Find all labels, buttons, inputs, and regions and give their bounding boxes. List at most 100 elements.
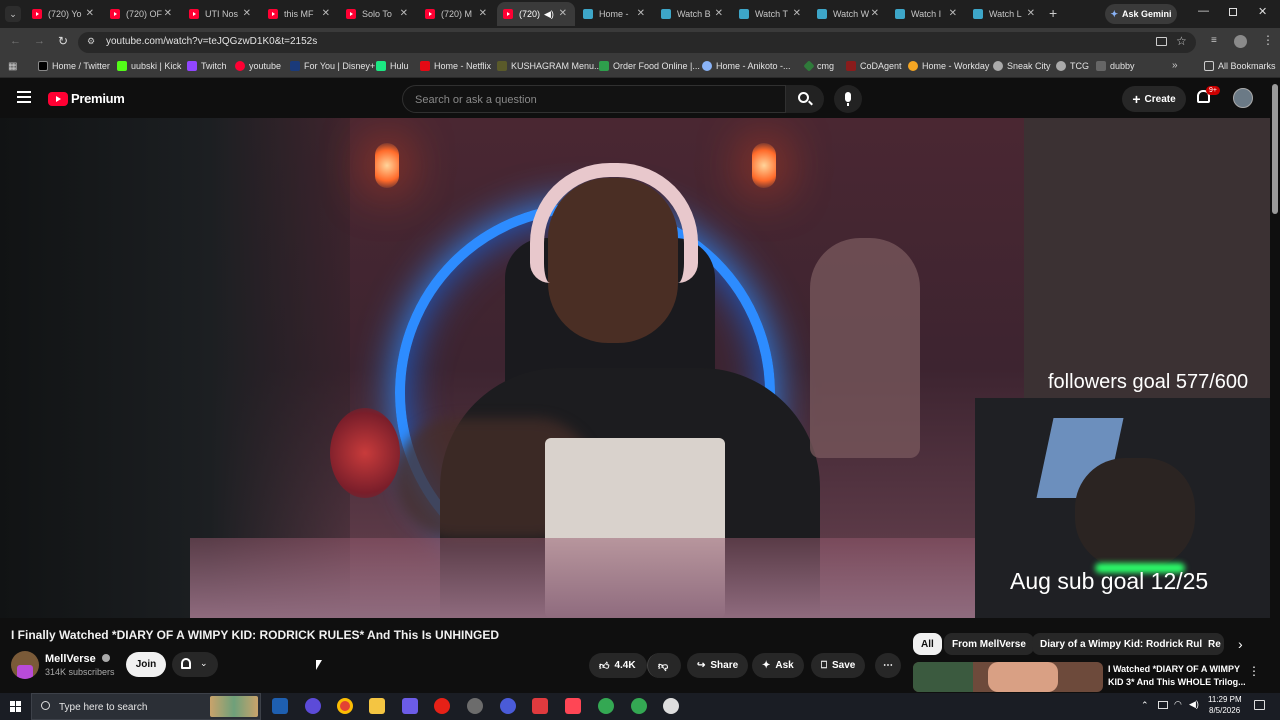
media-player-icon[interactable] (434, 698, 450, 714)
bookmark-item[interactable]: For You | Disney+ (290, 61, 375, 71)
bookmark-item[interactable]: cmg (803, 60, 834, 72)
back-icon[interactable]: ← (10, 35, 21, 47)
reload-icon[interactable]: ↻ (58, 34, 68, 48)
close-icon[interactable]: ✕ (949, 8, 957, 19)
search-box[interactable]: Search or ask a question (402, 85, 786, 113)
recommended-thumbnail[interactable] (913, 662, 1103, 692)
browser-tab[interactable]: (720) M ✕ (419, 2, 495, 26)
windows-start-icon[interactable] (10, 701, 21, 712)
cast-icon[interactable] (1156, 37, 1167, 46)
create-button[interactable]: + Create (1122, 86, 1186, 112)
bookmark-item[interactable]: KUSHAGRAM Menu... (497, 61, 602, 71)
browser-tab[interactable]: UTI Nos ✕ (183, 2, 259, 26)
browser-tab[interactable]: (720) Yo ✕ (26, 2, 102, 26)
close-icon[interactable]: ✕ (322, 8, 330, 19)
restore-icon[interactable] (1229, 8, 1237, 16)
bookmark-item[interactable]: Hulu (376, 61, 409, 71)
close-icon[interactable]: ✕ (86, 8, 94, 19)
channel-avatar[interactable] (11, 651, 39, 679)
chip-from-channel[interactable]: From MellVerse (944, 633, 1034, 655)
address-bar[interactable]: ⚙ youtube.com/watch?v=teJQGzwD1K0&t=2152… (78, 32, 1196, 53)
app-icon[interactable] (305, 698, 321, 714)
valorant-icon[interactable] (565, 698, 581, 714)
bookmark-item[interactable]: Order Food Online |... (599, 61, 700, 71)
minimize-icon[interactable]: — (1198, 5, 1209, 17)
notification-center-icon[interactable] (1254, 700, 1265, 710)
browser-menu-icon[interactable]: ⋮ (1262, 33, 1274, 47)
bookmark-item[interactable]: Home - Anikoto -... (702, 61, 791, 71)
video-player[interactable] (0, 118, 1270, 618)
account-avatar[interactable] (1233, 88, 1253, 108)
bookmark-star-icon[interactable]: ☆ (1176, 34, 1187, 48)
apps-grid-icon[interactable]: ▦ (8, 61, 17, 72)
close-icon[interactable]: ✕ (871, 8, 879, 19)
chevron-right-icon[interactable]: › (1238, 636, 1243, 652)
close-icon[interactable]: ✕ (400, 8, 408, 19)
volume-icon[interactable]: ◀) (1189, 699, 1199, 710)
more-bookmarks-icon[interactable]: » (1172, 60, 1178, 71)
taskbar-clock-date[interactable]: 8/5/2026 (1209, 706, 1240, 715)
bookmark-item[interactable]: CoDAgent (846, 61, 902, 71)
browser-tab[interactable]: Home - ✕ (577, 2, 653, 26)
hamburger-menu-icon[interactable] (17, 91, 31, 103)
browser-tab[interactable]: Solo To ✕ (340, 2, 416, 26)
forward-icon[interactable]: → (34, 35, 45, 47)
tab-search-button[interactable]: ⌄ (5, 6, 21, 22)
speaker-icon[interactable]: ◀) (544, 9, 554, 20)
share-button[interactable]: ↪ Share (687, 653, 749, 678)
notifications-button[interactable]: 9+ (1197, 86, 1220, 103)
site-info-icon[interactable]: ⚙ (87, 36, 95, 47)
ask-gemini-button[interactable]: ✦ Ask Gemini (1105, 4, 1177, 24)
tray-chevron-icon[interactable]: ⌃ (1141, 700, 1149, 711)
network-icon[interactable] (1158, 701, 1168, 709)
ask-button[interactable]: ✦ Ask (752, 653, 804, 678)
browser-tab[interactable]: this MF ✕ (262, 2, 338, 26)
bookmark-item[interactable]: Home - Workday (908, 61, 989, 71)
app-icon[interactable] (532, 698, 548, 714)
close-icon[interactable]: ✕ (164, 8, 172, 19)
profile-avatar[interactable] (1234, 35, 1247, 48)
file-explorer-icon[interactable] (369, 698, 385, 714)
close-icon[interactable]: ✕ (637, 8, 645, 19)
clock-app-icon[interactable] (663, 698, 679, 714)
chrome-profile-icon[interactable] (598, 698, 614, 714)
bookmark-item[interactable]: Home - Netflix (420, 61, 491, 71)
chip-related-title[interactable]: Diary of a Wimpy Kid: Rodrick Rules (1032, 633, 1222, 655)
browser-tab[interactable]: Watch B ✕ (655, 2, 731, 26)
save-button[interactable]: ⎕ Save (811, 653, 866, 678)
taskbar-search-box[interactable]: Type here to search (31, 693, 261, 720)
close-icon[interactable]: ✕ (243, 8, 251, 19)
bookmark-item[interactable]: youtube (235, 61, 281, 71)
close-icon[interactable]: ✕ (1027, 8, 1035, 19)
bookmark-item[interactable]: dubby (1096, 61, 1135, 71)
browser-tab[interactable]: (720) OF ✕ (104, 2, 180, 26)
join-button[interactable]: Join (126, 652, 166, 677)
search-button[interactable] (786, 85, 824, 113)
browser-tab-active[interactable]: (720) ◀) ✕ (497, 2, 575, 26)
subscription-bell-button[interactable]: ⌄ (172, 652, 218, 677)
wifi-icon[interactable]: ◠ (1174, 699, 1182, 710)
bookmark-item[interactable]: Home / Twitter (38, 61, 110, 71)
chrome-profile-icon[interactable] (631, 698, 647, 714)
chrome-icon[interactable] (337, 698, 353, 714)
chip-all[interactable]: All (913, 633, 942, 655)
voice-search-button[interactable] (834, 85, 862, 113)
browser-tab[interactable]: Watch W ✕ (811, 2, 887, 26)
browser-tab[interactable]: Watch L ✕ (967, 2, 1043, 26)
bookmark-item[interactable]: Twitch (187, 61, 227, 71)
youtube-premium-logo[interactable]: Premium (48, 91, 125, 106)
more-actions-button[interactable]: ⋯ (875, 653, 901, 678)
recommended-menu-icon[interactable]: ⋮ (1248, 664, 1260, 678)
reading-list-icon[interactable]: ≡ (1211, 35, 1217, 46)
all-bookmarks-button[interactable]: All Bookmarks (1204, 61, 1276, 71)
recommended-video-title[interactable]: I Watched *DIARY OF A WIMPY KID 3* And T… (1108, 663, 1246, 689)
close-icon[interactable]: ✕ (559, 8, 567, 19)
close-icon[interactable]: ✕ (793, 8, 801, 19)
bookmark-item[interactable]: uubski | Kick (117, 61, 181, 71)
new-tab-icon[interactable]: + (1049, 5, 1057, 21)
bookmark-item[interactable]: TCG (1056, 61, 1089, 71)
channel-name[interactable]: MellVerse (45, 653, 110, 665)
close-icon[interactable]: ✕ (479, 8, 487, 19)
browser-tab[interactable]: Watch I ✕ (889, 2, 965, 26)
like-button[interactable]: 👍︎ 4.4K (589, 653, 647, 678)
